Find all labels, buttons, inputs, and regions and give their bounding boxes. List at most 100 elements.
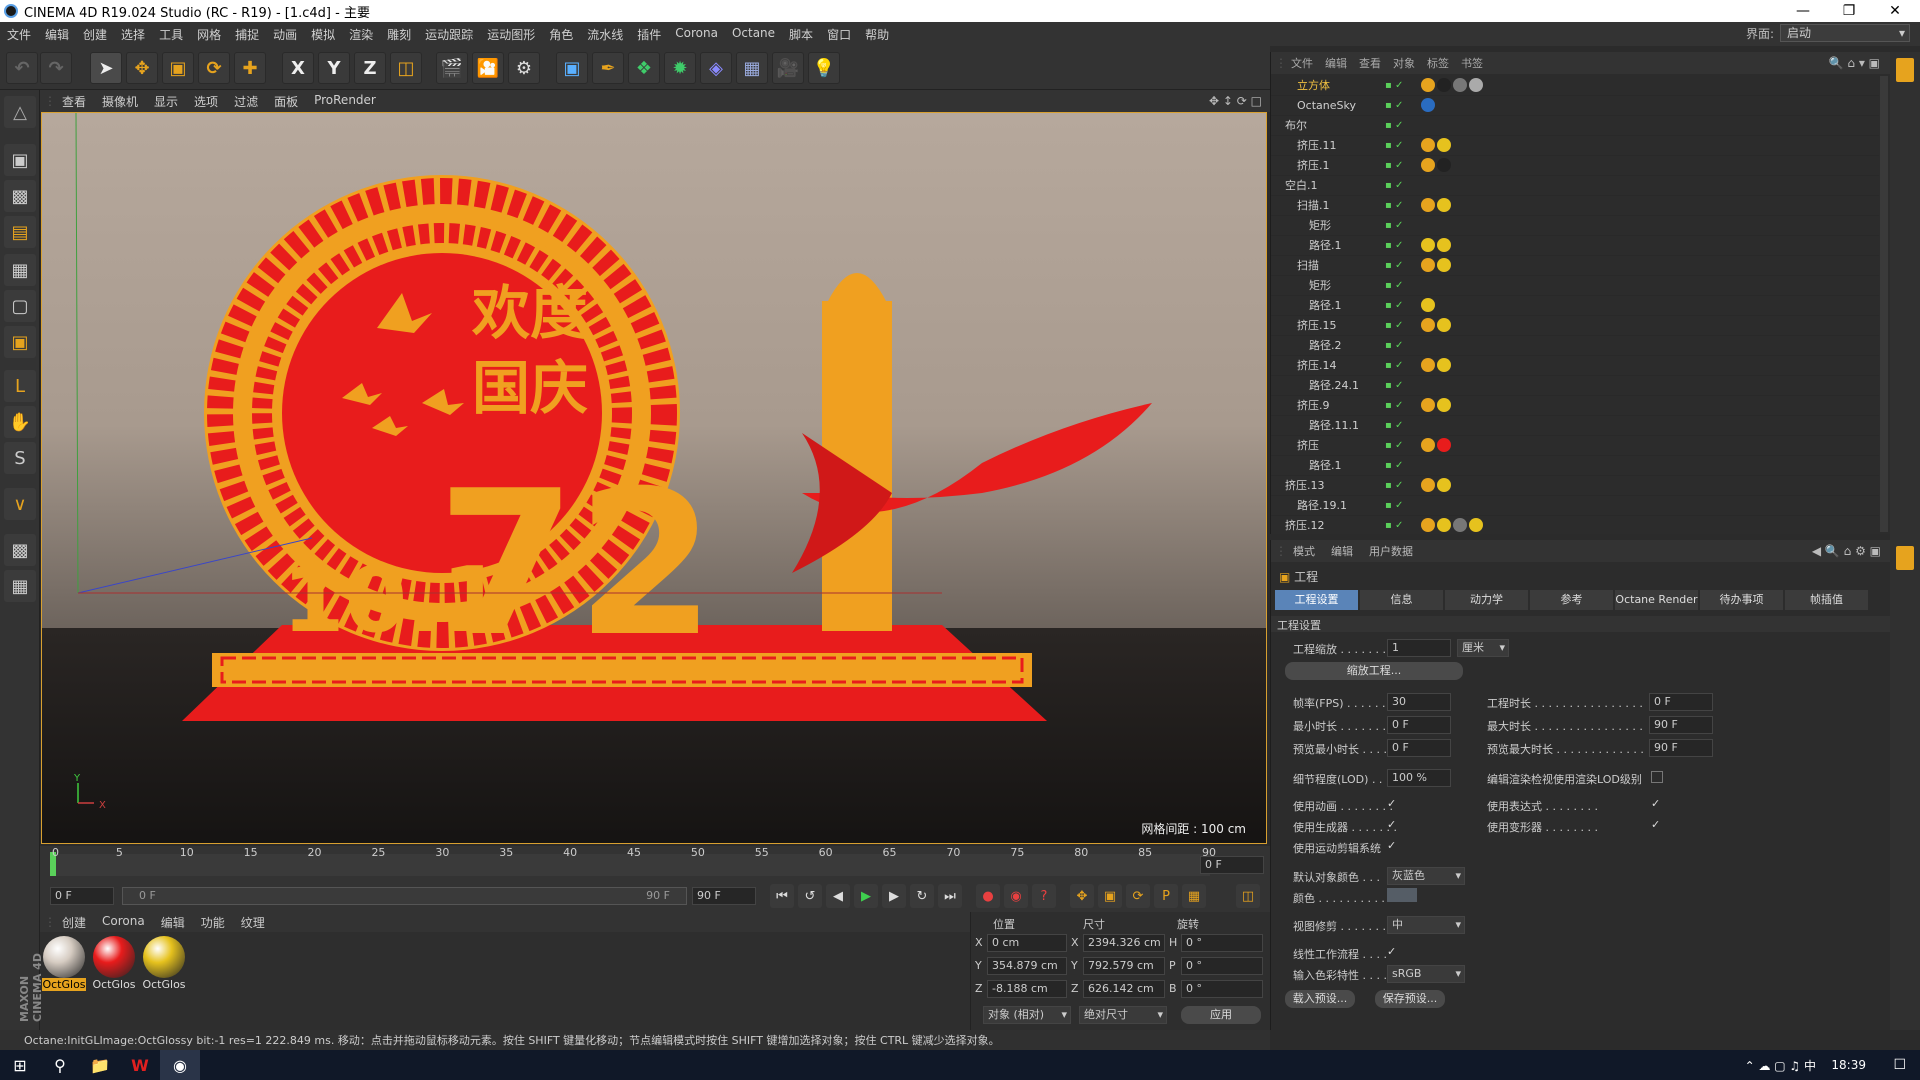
attribute-menu-item[interactable]: 模式 [1285,543,1323,559]
material-tag-icon[interactable] [1437,518,1451,532]
viewport-menu-item[interactable]: 显示 [146,93,186,110]
size-mode-dropdown[interactable]: 绝对尺寸 ▾ [1079,1006,1167,1024]
viewport-menu-item[interactable]: 选项 [186,93,226,110]
magnet-icon[interactable]: ∨ [4,488,36,520]
material-tag-icon[interactable] [1437,318,1451,332]
subdivision-icon[interactable]: ❖ [628,52,660,84]
prev-frame-icon[interactable]: ◀ [826,884,850,908]
side-tab-attributes[interactable] [1896,546,1914,570]
viewport-menu-item[interactable]: 查看 [54,93,94,110]
material-tag-icon[interactable] [1421,438,1435,452]
material-tag-icon[interactable] [1421,138,1435,152]
next-key-icon[interactable]: ↻ [910,884,934,908]
transform-tool-icon[interactable]: ✚ [234,52,266,84]
visibility-flags[interactable]: ▪ ✓ [1385,519,1409,532]
grid-snap-icon[interactable]: ▦ [4,570,36,602]
start-frame-field[interactable]: 0 F [50,887,114,905]
attribute-tab[interactable]: 工程设置 [1275,590,1358,610]
render-view-icon[interactable]: 🎬 [436,52,468,84]
object-row[interactable]: 布尔 ▪ ✓ [1271,116,1879,136]
viewport-nav-icons[interactable]: ✥ ↕ ⟳ □ [1209,94,1262,108]
camera-icon[interactable]: 🎥 [772,52,804,84]
light-icon[interactable]: 💡 [808,52,840,84]
object-menu-item[interactable]: 编辑 [1319,55,1353,71]
pen-spline-icon[interactable]: ✒ [592,52,624,84]
rotation-field[interactable]: 0 ° [1181,934,1263,952]
visibility-flags[interactable]: ▪ ✓ [1385,299,1409,313]
material-tag-icon[interactable] [1421,158,1435,172]
visibility-flags[interactable]: ▪ ✓ [1385,479,1409,493]
current-frame-field[interactable]: 0 F [1200,856,1264,874]
floor-icon[interactable]: ▦ [736,52,768,84]
object-row[interactable]: 路径.19.1 ▪ ✓ [1271,496,1879,516]
menu-item[interactable]: 角色 [542,26,580,43]
color-swatch[interactable] [1387,888,1417,902]
menu-item[interactable]: 编辑 [38,26,76,43]
render-settings-icon[interactable]: ⚙ [508,52,540,84]
object-row[interactable]: 挤压.15 ▪ ✓ [1271,316,1879,336]
viewport-menu-item[interactable]: 摄像机 [94,93,146,110]
make-editable-icon[interactable]: △ [4,96,36,128]
object-row[interactable]: 挤压.1 ▪ ✓ [1271,156,1879,176]
y-axis-icon[interactable]: Y [318,52,350,84]
windows-start-icon[interactable]: ⊞ [0,1050,40,1080]
material-tag-icon[interactable] [1421,358,1435,372]
object-row[interactable]: 矩形 ▪ ✓ [1271,276,1879,296]
material-tag-icon[interactable] [1421,318,1435,332]
visibility-flags[interactable]: ▪ ✓ [1385,279,1409,293]
attribute-tab[interactable]: 参考 [1530,590,1613,610]
object-row[interactable]: 立方体 ▪ ✓ [1271,76,1879,96]
use-mograph-checkbox[interactable]: ✓ [1387,840,1399,852]
render-picture-viewer-icon[interactable]: 🎦 [472,52,504,84]
menu-item[interactable]: 动画 [266,26,304,43]
object-row[interactable]: 路径.2 ▪ ✓ [1271,336,1879,356]
side-tab-objects[interactable] [1896,58,1914,82]
preview-min-field[interactable]: 0 F [1387,739,1451,757]
attribute-tab[interactable]: 信息 [1360,590,1443,610]
material-tag-icon[interactable] [1437,138,1451,152]
menu-item[interactable]: 雕刻 [380,26,418,43]
scale-project-button[interactable]: 缩放工程... [1285,662,1463,680]
timeline-window-icon[interactable]: ◫ [1236,884,1260,908]
material-tag-icon[interactable] [1421,78,1435,92]
object-menu-item[interactable]: 查看 [1353,55,1387,71]
material-tag-icon[interactable] [1437,198,1451,212]
play-icon[interactable]: ▶ [854,884,878,908]
cloner-icon[interactable]: ✹ [664,52,696,84]
axis-mode-icon[interactable]: L [4,370,36,402]
menu-item[interactable]: 捕捉 [228,26,266,43]
move-tool-icon[interactable]: ✥ [126,52,158,84]
visibility-flags[interactable]: ▪ ✓ [1385,339,1409,353]
menu-item[interactable]: 网格 [190,26,228,43]
menu-item[interactable]: 运动图形 [480,26,542,43]
material-tag-icon[interactable] [1421,238,1435,252]
attribute-tools-icons[interactable]: ◀ 🔍 ⌂ ⚙ ▣ [1812,544,1881,558]
position-field[interactable]: -8.188 cm [987,980,1067,998]
material-item[interactable]: OctGlos [42,936,86,998]
visibility-flags[interactable]: ▪ ✓ [1385,419,1409,433]
material-menu-item[interactable]: 创建 [54,914,94,931]
object-row[interactable]: 扫描.1 ▪ ✓ [1271,196,1879,216]
wps-icon[interactable]: W [120,1050,160,1080]
visibility-flags[interactable]: ▪ ✓ [1385,459,1409,473]
rotation-field[interactable]: 0 ° [1181,980,1263,998]
visibility-flags[interactable]: ▪ ✓ [1385,379,1409,393]
menu-item[interactable]: 脚本 [782,26,820,43]
apply-button[interactable]: 应用 [1181,1006,1261,1024]
visibility-flags[interactable]: ▪ ✓ [1385,499,1409,513]
menu-item[interactable]: 选择 [114,26,152,43]
menu-item[interactable]: 运动跟踪 [418,26,480,43]
menu-item[interactable]: 帮助 [858,26,896,43]
material-tag-icon[interactable] [1421,478,1435,492]
record-icon[interactable]: ● [976,884,1000,908]
object-row[interactable]: OctaneSky ▪ ✓ [1271,96,1879,116]
view-clip-dropdown[interactable]: 中 ▾ [1387,916,1465,934]
file-explorer-icon[interactable]: 📁 [80,1050,120,1080]
menu-item[interactable]: 文件 [0,26,38,43]
edges-mode-icon[interactable]: ▢ [4,290,36,322]
redo-icon[interactable]: ↷ [40,52,72,84]
menu-item[interactable]: Corona [668,26,725,43]
use-deformers-checkbox[interactable]: ✓ [1651,819,1663,831]
timeline-ruler[interactable]: 0 5 10 15 20 25 30 35 40 45 50 55 60 65 70 75 80 85 90 0 F [40,846,1270,880]
select-tool-icon[interactable]: ➤ [90,52,122,84]
